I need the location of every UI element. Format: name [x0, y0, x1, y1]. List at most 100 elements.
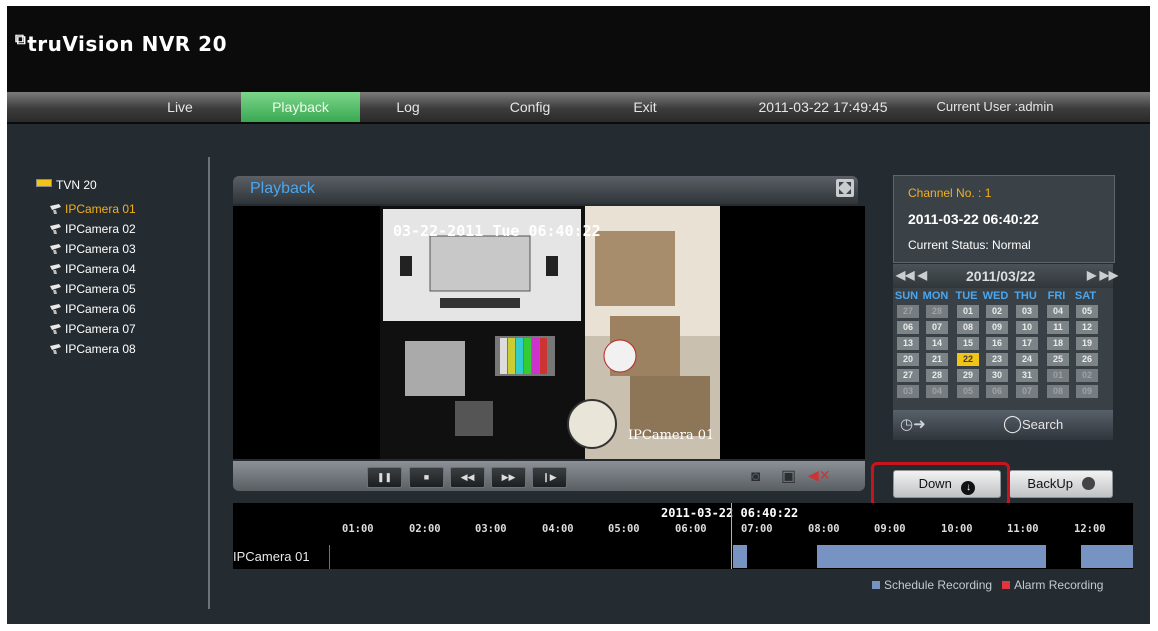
- schedule-recording-segment[interactable]: [817, 545, 1046, 568]
- pause-button[interactable]: ❚❚: [367, 467, 402, 488]
- mute-icon[interactable]: ◀✕: [808, 467, 831, 484]
- calendar-day[interactable]: 04: [1047, 305, 1069, 318]
- nav-config[interactable]: Config: [499, 92, 561, 122]
- tree-camera-item[interactable]: IPCamera 04: [49, 259, 136, 279]
- calendar-day[interactable]: 18: [1047, 337, 1069, 350]
- current-user: Current User :admin: [936, 99, 1054, 114]
- stop-button[interactable]: ■: [409, 467, 444, 488]
- calendar-day-selected[interactable]: 22: [957, 353, 979, 366]
- tree-camera-item[interactable]: IPCamera 02: [49, 219, 136, 239]
- camera-icon: [49, 341, 62, 354]
- timeline-tick-label: 06:00: [675, 523, 707, 535]
- calendar-day[interactable]: 05: [957, 385, 979, 398]
- calendar-day[interactable]: 12: [1076, 321, 1098, 334]
- calendar-day[interactable]: 05: [1076, 305, 1098, 318]
- calendar-day[interactable]: 08: [957, 321, 979, 334]
- calendar-day[interactable]: 29: [957, 369, 979, 382]
- tree-camera-item[interactable]: IPCamera 06: [49, 299, 136, 319]
- calendar-day[interactable]: 15: [957, 337, 979, 350]
- calendar-day[interactable]: 09: [1076, 385, 1098, 398]
- tree-root[interactable]: TVN 20: [36, 175, 97, 195]
- schedule-swatch: [872, 581, 880, 589]
- timeline-tick-label: 04:00: [542, 523, 574, 535]
- timeline-tick-label: 11:00: [1007, 523, 1039, 535]
- calendar-day[interactable]: 28: [926, 305, 948, 318]
- playback-title: Playback: [250, 180, 315, 197]
- tree-camera-item[interactable]: IPCamera 01: [49, 199, 136, 219]
- camera-feed-image: [380, 206, 720, 459]
- timeline-legend: Schedule Recording Alarm Recording: [872, 578, 1103, 592]
- calendar-month: 2011/03/22: [966, 268, 1036, 284]
- calendar-day[interactable]: 27: [897, 305, 919, 318]
- calendar-day[interactable]: 27: [897, 369, 919, 382]
- fullscreen-icon[interactable]: [836, 179, 854, 197]
- fast-forward-button[interactable]: ▶▶: [491, 467, 526, 488]
- calendar-day[interactable]: 24: [1016, 353, 1038, 366]
- search-icon[interactable]: ◯: [1003, 414, 1022, 434]
- calendar-day[interactable]: 23: [986, 353, 1008, 366]
- timeline-tick-label: 12:00: [1074, 523, 1106, 535]
- prev-month-icon[interactable]: ◀◀ ◀: [896, 268, 927, 282]
- nav-playback[interactable]: Playback: [241, 92, 360, 122]
- calendar-weekday: SUN: [894, 290, 919, 302]
- backup-button[interactable]: BackUp: [1009, 470, 1113, 498]
- calendar-day[interactable]: 10: [1016, 321, 1038, 334]
- schedule-recording-segment[interactable]: [1081, 545, 1133, 568]
- calendar-day[interactable]: 09: [986, 321, 1008, 334]
- timeline-tick-label: 05:00: [608, 523, 640, 535]
- search-button[interactable]: Search: [1022, 417, 1063, 432]
- save-clip-icon[interactable]: ▣: [781, 466, 796, 486]
- calendar-day[interactable]: 01: [957, 305, 979, 318]
- calendar-day[interactable]: 03: [897, 385, 919, 398]
- calendar-day[interactable]: 08: [1047, 385, 1069, 398]
- calendar-day[interactable]: 19: [1076, 337, 1098, 350]
- timeline-tick-label: 02:00: [409, 523, 441, 535]
- video-camera-overlay: IPCamera 01: [628, 428, 715, 443]
- timeline-tick-label: 09:00: [874, 523, 906, 535]
- calendar-day[interactable]: 26: [1076, 353, 1098, 366]
- calendar-day[interactable]: 14: [926, 337, 948, 350]
- timeline-cursor[interactable]: [731, 503, 732, 569]
- calendar-day[interactable]: 03: [1016, 305, 1038, 318]
- calendar-day[interactable]: 20: [897, 353, 919, 366]
- timeline-channel-label: IPCamera 01: [233, 545, 330, 569]
- calendar-weekday: SAT: [1074, 290, 1097, 302]
- playback-clock-icon[interactable]: ◷➜: [900, 415, 926, 433]
- calendar-day[interactable]: 06: [986, 385, 1008, 398]
- calendar-day[interactable]: 02: [986, 305, 1008, 318]
- next-month-icon[interactable]: ▶ ▶▶: [1087, 268, 1118, 282]
- calendar-day[interactable]: 01: [1047, 369, 1069, 382]
- tree-camera-item[interactable]: IPCamera 08: [49, 339, 136, 359]
- calendar-day[interactable]: 02: [1076, 369, 1098, 382]
- schedule-recording-segment[interactable]: [733, 545, 747, 568]
- playback-titlebar: [233, 176, 858, 204]
- frame-step-button[interactable]: ❙▶: [532, 467, 567, 488]
- calendar-day[interactable]: 11: [1047, 321, 1069, 334]
- calendar-day[interactable]: 17: [1016, 337, 1038, 350]
- calendar-day[interactable]: 25: [1047, 353, 1069, 366]
- slow-backward-button[interactable]: ◀◀: [450, 467, 485, 488]
- calendar-day[interactable]: 06: [897, 321, 919, 334]
- calendar-day[interactable]: 13: [897, 337, 919, 350]
- calendar-day[interactable]: 28: [926, 369, 948, 382]
- nav-log[interactable]: Log: [383, 92, 433, 122]
- calendar-day[interactable]: 31: [1016, 369, 1038, 382]
- nav-live[interactable]: Live: [145, 92, 215, 122]
- calendar-day[interactable]: 21: [926, 353, 948, 366]
- video-timestamp-overlay: 03-22-2011 Tue 06:40:22: [393, 222, 601, 240]
- tree-camera-item[interactable]: IPCamera 07: [49, 319, 136, 339]
- tree-camera-item[interactable]: IPCamera 05: [49, 279, 136, 299]
- snapshot-icon[interactable]: ◙: [751, 468, 760, 485]
- calendar-day[interactable]: 07: [926, 321, 948, 334]
- timeline-current-time: 2011-03-22 06:40:22: [661, 506, 799, 520]
- camera-icon: [49, 201, 62, 214]
- nav-exit[interactable]: Exit: [620, 92, 670, 122]
- calendar-weekday: TUE: [955, 290, 978, 302]
- calendar-day[interactable]: 07: [1016, 385, 1038, 398]
- calendar-day[interactable]: 04: [926, 385, 948, 398]
- camera-icon: [49, 281, 62, 294]
- calendar-day[interactable]: 30: [986, 369, 1008, 382]
- timeline-tick-label: 08:00: [808, 523, 840, 535]
- calendar-day[interactable]: 16: [986, 337, 1008, 350]
- tree-camera-item[interactable]: IPCamera 03: [49, 239, 136, 259]
